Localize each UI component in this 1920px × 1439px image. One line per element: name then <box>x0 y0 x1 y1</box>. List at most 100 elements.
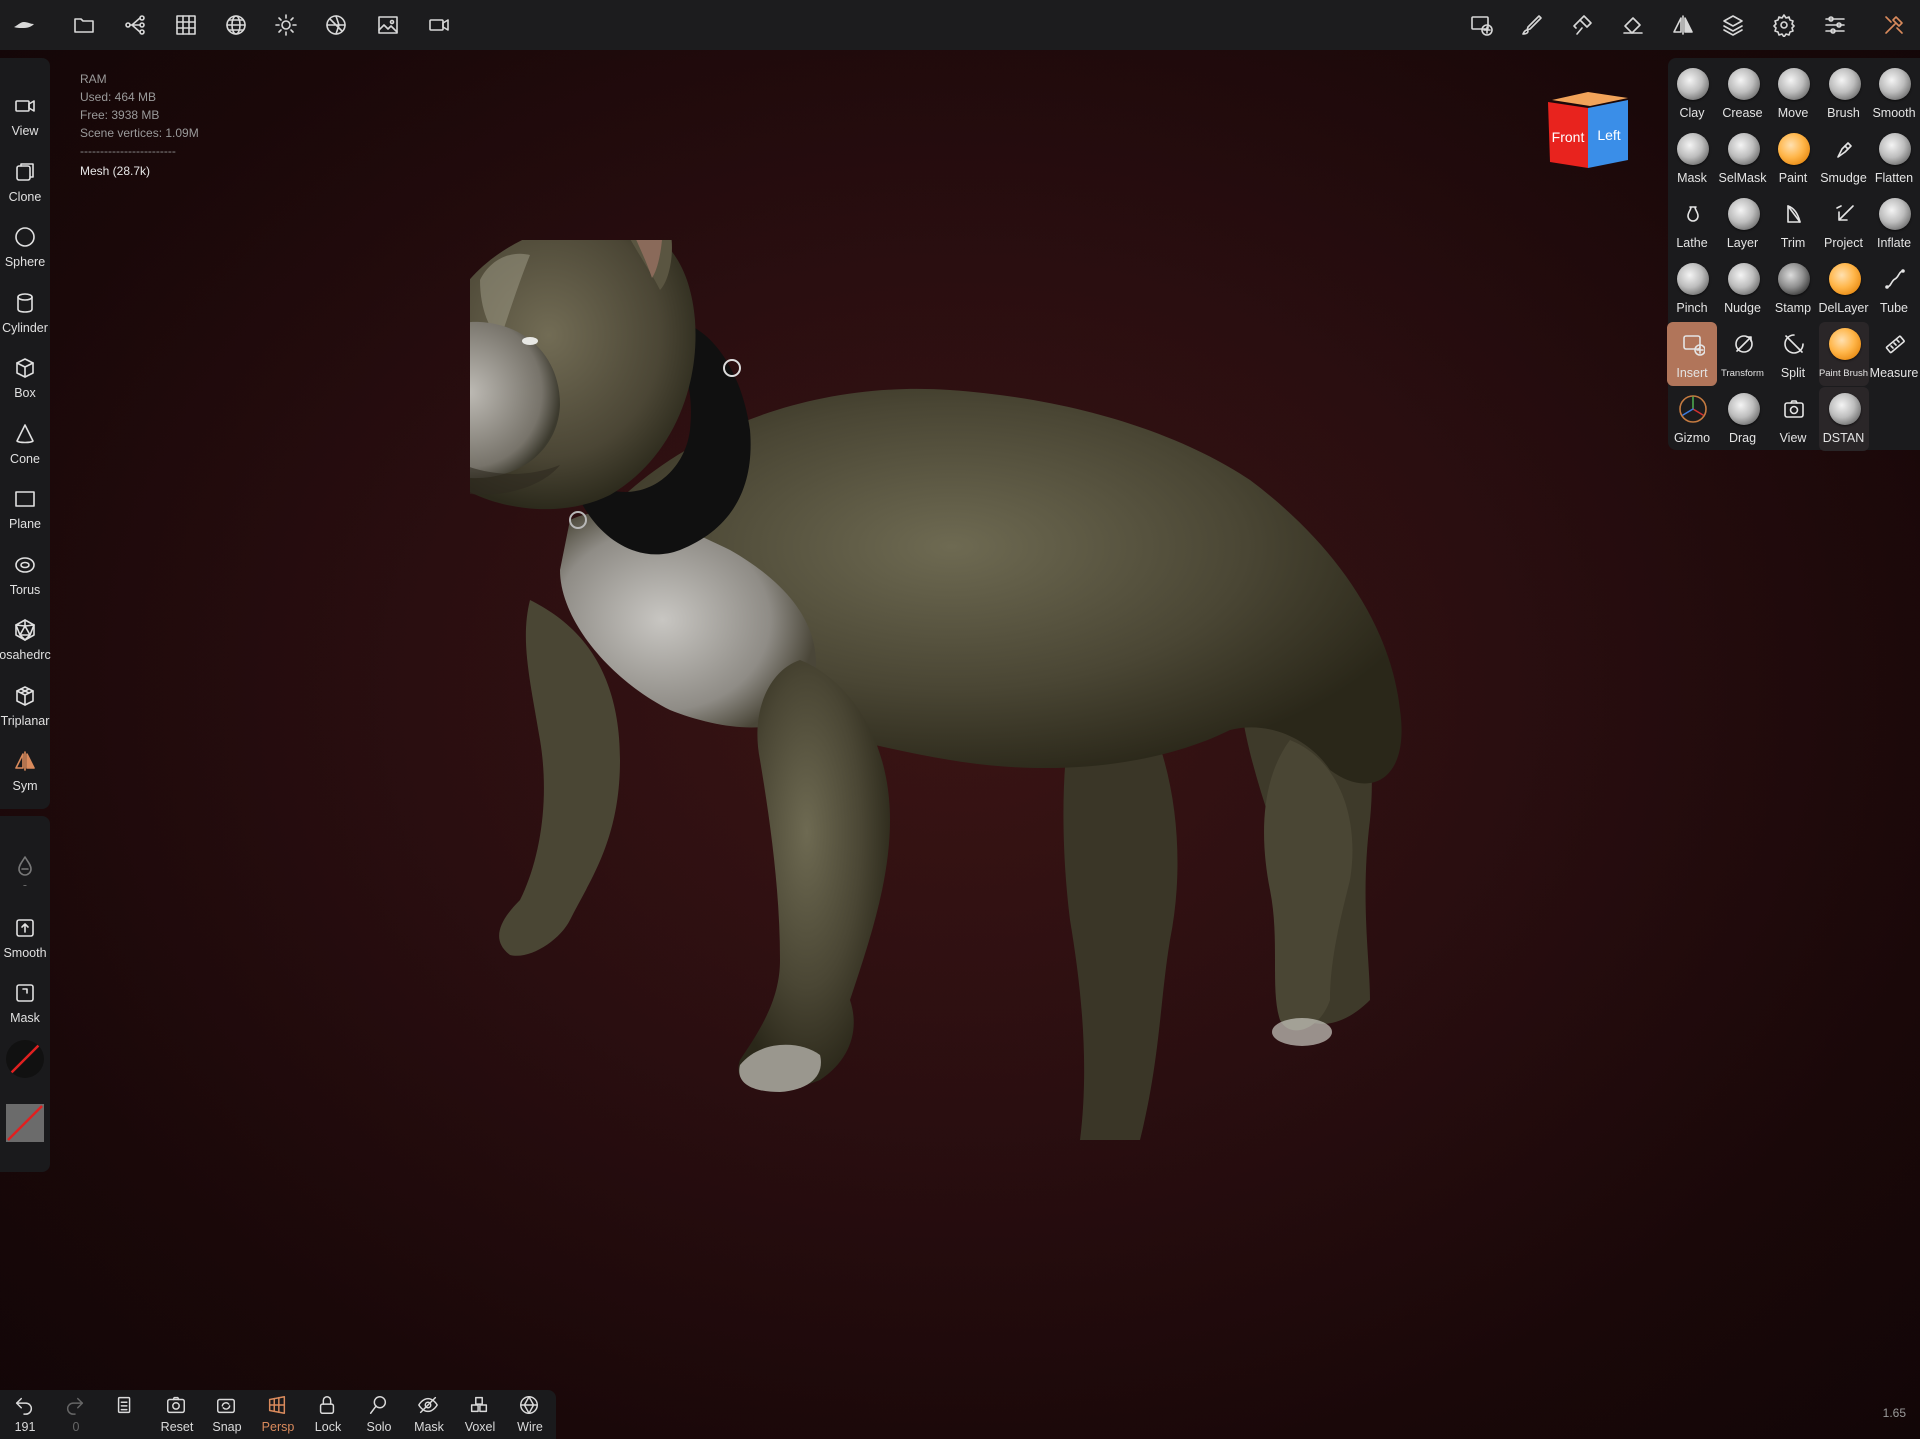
tool-nudge[interactable]: Nudge <box>1718 257 1768 321</box>
bottom-tool-lock[interactable]: Lock <box>303 1394 353 1438</box>
tool-flatten[interactable]: Flatten <box>1869 127 1919 191</box>
bottom-tool-snap[interactable]: Snap <box>202 1394 252 1438</box>
left-tool-mask[interactable]: Mask <box>0 973 50 1035</box>
info-separator: ------------------------ <box>80 144 176 158</box>
tool-smooth[interactable]: Smooth <box>1869 62 1919 126</box>
bottom-tool-persp[interactable]: Persp <box>253 1394 303 1438</box>
grid-icon[interactable] <box>172 11 200 39</box>
left-tool-cylinder[interactable]: Cylinder <box>0 283 50 345</box>
bottom-tool-mask[interactable]: Mask <box>404 1394 454 1438</box>
left-tool-osahedrc[interactable]: osahedrc <box>0 610 51 672</box>
gizmo-icon <box>1677 393 1709 425</box>
bottom-tool-voxel[interactable]: Voxel <box>455 1394 505 1438</box>
left-tool-label: Cylinder <box>2 320 48 335</box>
sliders-icon[interactable] <box>1821 11 1849 39</box>
color-swatch-none[interactable] <box>6 1040 44 1078</box>
tool-lathe[interactable]: Lathe <box>1667 192 1717 256</box>
symmetry-icon <box>13 749 37 773</box>
tool-clay[interactable]: Clay <box>1667 62 1717 126</box>
undo-icon <box>13 1394 37 1418</box>
scene-tree-icon[interactable] <box>121 11 149 39</box>
material-swatch-none[interactable] <box>6 1104 44 1142</box>
tool-mask[interactable]: Mask <box>1667 127 1717 191</box>
left-tool-smooth[interactable]: Smooth <box>0 908 50 970</box>
image-icon[interactable] <box>374 11 402 39</box>
symmetry-icon[interactable] <box>1669 11 1697 39</box>
bottom-tool-0[interactable]: 0 <box>51 1394 101 1438</box>
brush-icon[interactable] <box>1518 11 1546 39</box>
smudge-icon <box>1829 133 1861 165</box>
cone-icon <box>13 422 37 446</box>
bottom-tool-wire[interactable]: Wire <box>505 1394 555 1438</box>
triplanar-icon <box>13 684 37 708</box>
sphere-mesh-icon[interactable] <box>222 11 250 39</box>
stamp-brush-icon <box>1778 263 1810 295</box>
tool-selmask[interactable]: SelMask <box>1718 127 1768 191</box>
tool-gizmo[interactable]: Gizmo <box>1667 387 1717 451</box>
tool-label: Tube <box>1879 301 1909 315</box>
bottom-tool-solo[interactable]: Solo <box>354 1394 404 1438</box>
light-icon[interactable] <box>272 11 300 39</box>
camera-icon[interactable] <box>425 11 453 39</box>
tool-paint-brush[interactable]: Paint Brush <box>1818 322 1869 386</box>
tool-paint[interactable]: Paint <box>1768 127 1818 191</box>
left-tool-torus[interactable]: Torus <box>0 545 50 607</box>
left-tool-box[interactable]: Box <box>0 348 50 410</box>
material-icon[interactable] <box>322 11 350 39</box>
settings-icon[interactable] <box>1770 11 1798 39</box>
tool-trim[interactable]: Trim <box>1768 192 1818 256</box>
bottom-tool-191[interactable]: 191 <box>0 1394 50 1438</box>
tool-dellayer[interactable]: DelLayer <box>1818 257 1869 321</box>
left-tool-triplanar[interactable]: Triplanar <box>0 676 50 738</box>
view-cube[interactable]: Front Left <box>1544 90 1632 168</box>
tool-transform[interactable]: Transform <box>1718 322 1768 386</box>
tool-crease[interactable]: Crease <box>1718 62 1768 126</box>
left-tool-sphere[interactable]: Sphere <box>0 217 50 279</box>
flatten-brush-icon <box>1879 133 1911 165</box>
project-icon <box>1829 198 1861 230</box>
sculpt-viewport-model[interactable] <box>470 240 1470 1280</box>
tool-brush[interactable]: Brush <box>1819 62 1869 126</box>
plane-icon <box>13 487 37 511</box>
left-tool-sym[interactable]: Sym <box>0 741 50 803</box>
solo-icon <box>367 1394 391 1418</box>
left-tool-cone[interactable]: Cone <box>0 414 50 476</box>
tool-smudge[interactable]: Smudge <box>1819 127 1869 191</box>
left-tool-plane[interactable]: Plane <box>0 479 50 541</box>
tool-label: Nudge <box>1724 301 1761 315</box>
tool-tube[interactable]: Tube <box>1869 257 1919 321</box>
scene-vertices: Scene vertices: 1.09M <box>80 126 199 140</box>
tool-dstan[interactable]: DSTAN <box>1818 387 1869 451</box>
bottom-tool-label: 0 <box>72 1420 80 1434</box>
bottom-tool-reset[interactable]: Reset <box>152 1394 202 1438</box>
crease-brush-icon <box>1727 68 1760 100</box>
tool-move[interactable]: Move <box>1768 62 1818 126</box>
insert-icon <box>1677 328 1709 360</box>
bottom-tool-scene-list[interactable] <box>101 1394 151 1438</box>
tool-label: DelLayer <box>1818 301 1869 315</box>
view-icon <box>1778 393 1810 425</box>
tool-split[interactable]: Split <box>1768 322 1818 386</box>
layers-icon[interactable] <box>1719 11 1747 39</box>
left-tool-drop[interactable]: - <box>0 846 50 908</box>
tool-stamp[interactable]: Stamp <box>1768 257 1818 321</box>
tool-insert[interactable]: Insert <box>1667 322 1717 386</box>
left-tool-view[interactable]: View <box>0 86 50 148</box>
add-view-icon[interactable] <box>1468 11 1496 39</box>
tool-measure[interactable]: Measure <box>1869 322 1919 386</box>
tools-icon[interactable] <box>1880 11 1908 39</box>
tool-project[interactable]: Project <box>1819 192 1869 256</box>
tool-view[interactable]: View <box>1768 387 1818 451</box>
left-tool-clone[interactable]: Clone <box>0 152 50 214</box>
tool-pinch[interactable]: Pinch <box>1667 257 1717 321</box>
tool-inflate[interactable]: Inflate <box>1869 192 1919 256</box>
mesh-label[interactable]: Mesh (28.7k) <box>80 162 199 180</box>
tool-layer[interactable]: Layer <box>1718 192 1768 256</box>
tool-label: Smudge <box>1820 171 1867 185</box>
paint-tool-icon[interactable] <box>1568 11 1596 39</box>
folder-icon[interactable] <box>70 11 98 39</box>
tool-label: Gizmo <box>1673 431 1711 445</box>
paint-bucket-icon[interactable] <box>1619 11 1647 39</box>
app-logo-icon[interactable] <box>10 11 38 39</box>
tool-drag[interactable]: Drag <box>1718 387 1768 451</box>
